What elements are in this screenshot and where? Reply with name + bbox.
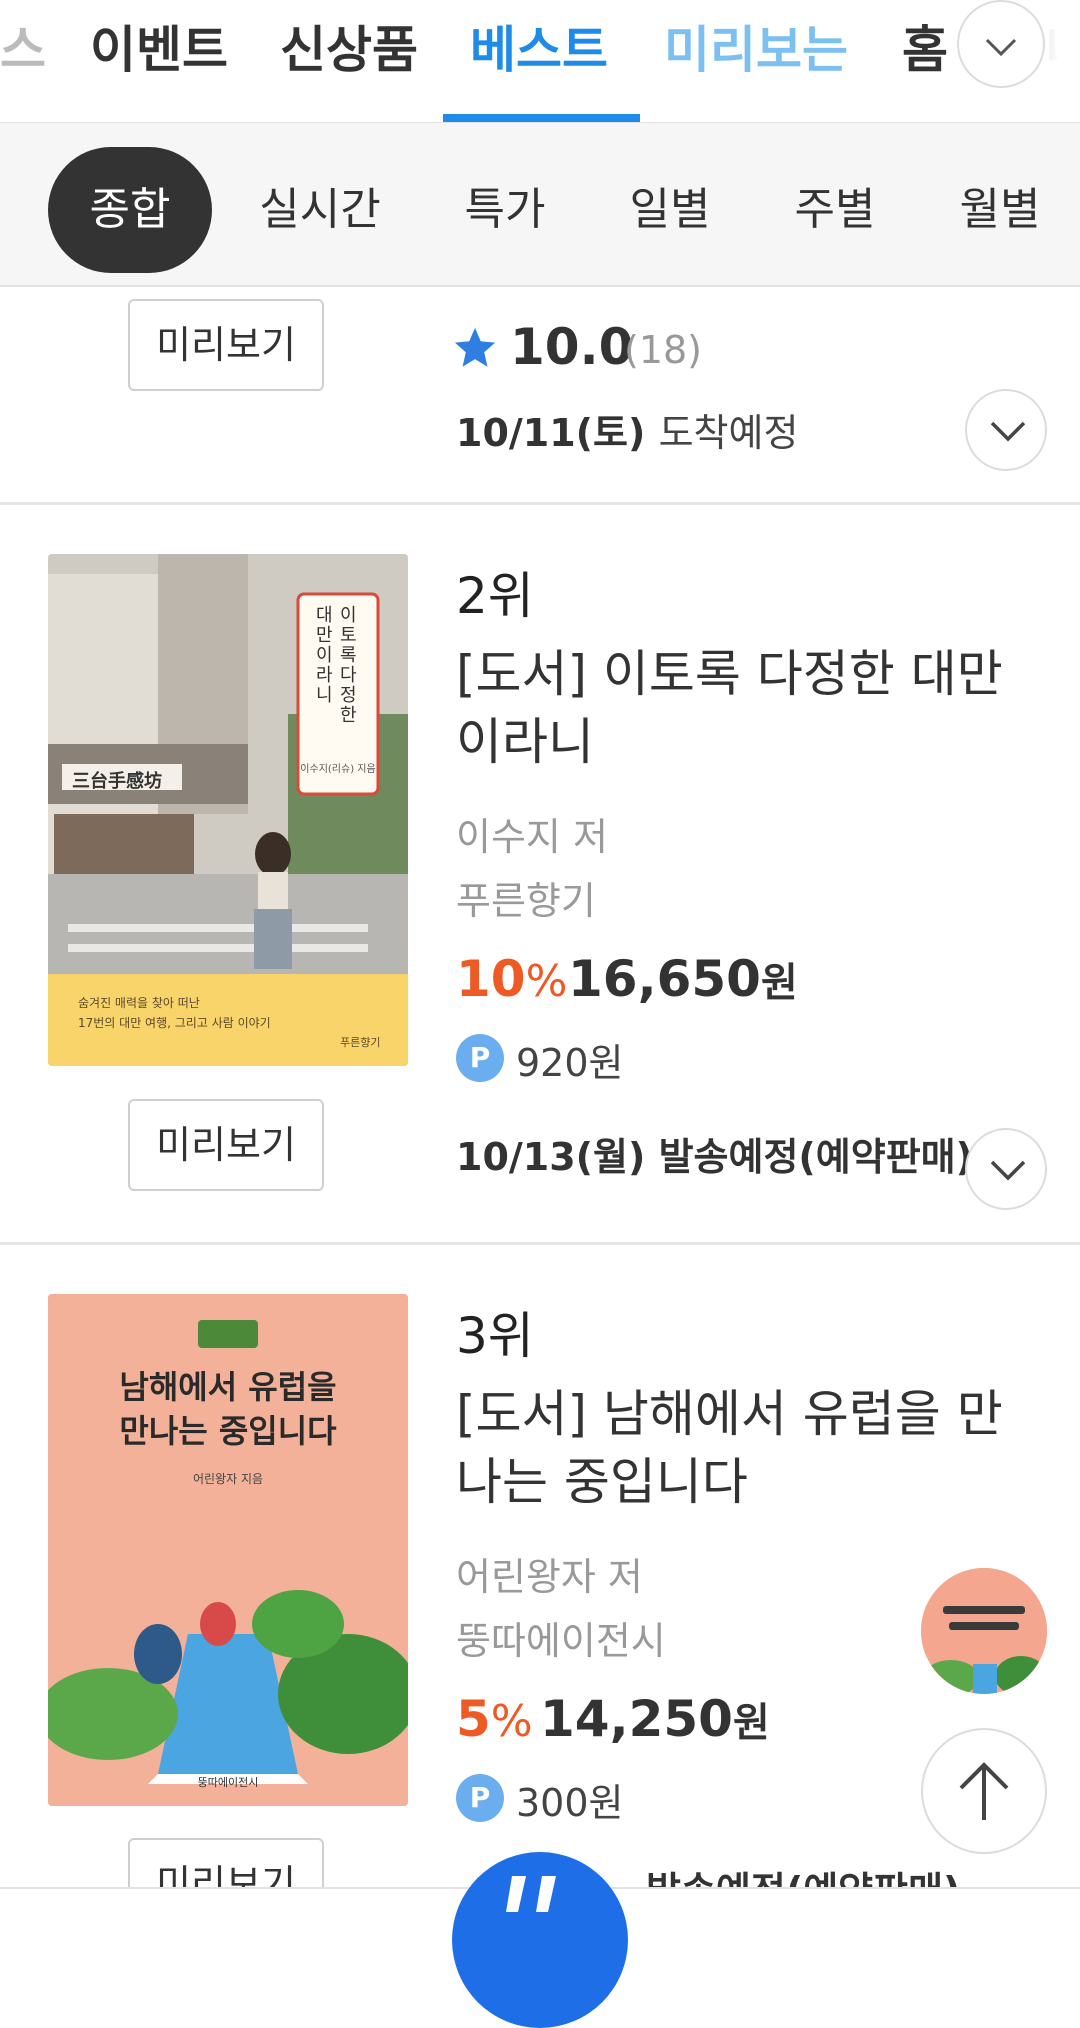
active-tab-indicator (443, 114, 640, 122)
discount-value: 10 (456, 950, 526, 1008)
book-cover[interactable]: 남해에서 유럽을 만나는 중입니다 어린왕자 지음 뚱따에이전시 (48, 1294, 408, 1806)
cover-publisher: 뚱따에이전시 (197, 1776, 259, 1789)
sale-price: 16,650원 (568, 950, 798, 1008)
app-launch-button[interactable] (452, 1852, 628, 2028)
tab-partial-left[interactable]: 스 (0, 10, 46, 82)
chevron-down-icon (990, 1160, 1026, 1181)
star-icon (454, 327, 496, 367)
book-publisher[interactable]: 푸른향기 (456, 870, 596, 925)
subtab-monthly[interactable]: 월별 (945, 147, 1055, 273)
cover-shop-sign: 三台手感坊 (72, 771, 162, 792)
item-divider (0, 1242, 1080, 1245)
price-unit: 원 (760, 960, 798, 1006)
delivery-info: 10/11(토) 도착예정 (456, 402, 798, 457)
points-badge: P (456, 1774, 504, 1822)
expand-button[interactable] (965, 389, 1047, 471)
discount-rate: 10% (456, 950, 567, 1008)
discount-rate: 5% (456, 1690, 533, 1748)
preview-button[interactable]: 미리보기 (128, 1099, 324, 1191)
rating-count: (18) (624, 328, 703, 372)
book-author[interactable]: 어린왕자 저 (456, 1546, 643, 1601)
shipping-status: 발송예정(예약판매) (658, 1135, 973, 1179)
shipping-date: 10/13(월) (456, 1135, 646, 1179)
cover-title-line1: 이토록 다정한 (340, 605, 357, 726)
rank-label: 3위 (456, 1307, 534, 1365)
points-amount: 920원 (516, 1041, 624, 1085)
category-tab-bar: 스 이벤트 신상품 베스트 미리보는 홈 나 (0, 0, 1080, 124)
tab-event[interactable]: 이벤트 (90, 10, 228, 82)
tab-new[interactable]: 신상품 (280, 10, 418, 82)
rating-score: 10.0 (510, 318, 634, 376)
tab-preview[interactable]: 미리보는 (664, 10, 848, 82)
arrow-up-icon (959, 1762, 1009, 1820)
chevron-down-icon (990, 421, 1026, 442)
delivery-status: 도착예정 (658, 411, 799, 455)
preview-button[interactable]: 미리보기 (128, 299, 324, 391)
price-value: 16,650 (568, 950, 761, 1008)
cover-author: 이수지(리슈) 지음 (300, 764, 376, 775)
expand-button[interactable] (965, 1128, 1047, 1210)
points-badge: P (456, 1034, 504, 1082)
book-cover[interactable]: 이토록 다정한 대만이라니 이수지(리슈) 지음 三台手感坊 숨겨진 매력을 찾… (48, 554, 408, 1066)
book-title[interactable]: [도서] 남해에서 유럽을 만나는 중입니다 (456, 1380, 1036, 1516)
cover-title-line1: 남해에서 유럽을 (119, 1368, 337, 1406)
book-title[interactable]: [도서] 이토록 다정한 대만이라니 (456, 640, 1036, 776)
subtab-weekly[interactable]: 주별 (780, 147, 890, 273)
points-amount: 300원 (516, 1781, 624, 1825)
subtab-overall[interactable]: 종합 (48, 147, 212, 273)
delivery-date: 10/11(토) (456, 411, 646, 455)
cover-title-line2: 만나는 중입니다 (119, 1412, 337, 1450)
cover-publisher-logo: 푸른향기 (340, 1036, 381, 1049)
book-author[interactable]: 이수지 저 (456, 806, 608, 861)
thumbnail-image (921, 1568, 1047, 1694)
book-publisher[interactable]: 뚱따에이전시 (456, 1610, 666, 1665)
chevron-down-icon (985, 38, 1017, 57)
item-divider (0, 502, 1080, 505)
price-value: 14,250 (540, 1690, 733, 1748)
cover-tagline-1: 숨겨진 매력을 찾아 떠난 (78, 996, 200, 1010)
tab-best[interactable]: 베스트 (470, 10, 608, 82)
quote-logo-icon (506, 1876, 556, 1912)
ranking-period-tabs: 종합 실시간 특가 일별 주별 월별 (0, 123, 1080, 287)
discount-unit: % (490, 1696, 533, 1747)
subtab-daily[interactable]: 일별 (615, 147, 725, 273)
tab-home[interactable]: 홈 (902, 10, 948, 82)
cover-author: 어린왕자 지음 (192, 1472, 264, 1486)
shipping-info: 10/13(월) 발송예정(예약판매) (456, 1126, 973, 1181)
category-expand-button[interactable] (957, 0, 1045, 88)
discount-value: 5 (456, 1690, 491, 1748)
sale-price: 14,250원 (540, 1690, 770, 1748)
cover-tagline-2: 17번의 대만 여행, 그리고 사람 이야기 (78, 1016, 271, 1030)
subtab-special[interactable]: 특가 (450, 147, 560, 273)
recent-viewed-thumbnail[interactable] (921, 1568, 1047, 1694)
cover-title-line2: 대만이라니 (316, 605, 333, 706)
price-unit: 원 (732, 1700, 770, 1746)
rank-label: 2위 (456, 567, 534, 625)
scroll-top-button[interactable] (921, 1728, 1047, 1854)
subtab-realtime[interactable]: 실시간 (250, 147, 390, 273)
discount-unit: % (525, 956, 568, 1007)
